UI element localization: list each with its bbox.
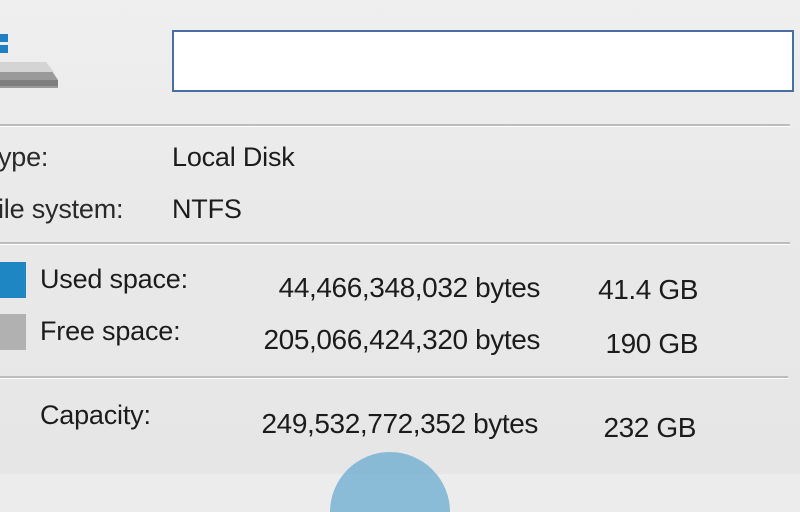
usage-pie-chart bbox=[330, 452, 450, 512]
separator bbox=[0, 376, 788, 379]
used-space-swatch bbox=[0, 262, 26, 298]
type-label: ype: bbox=[0, 142, 49, 172]
used-space-size: 41.4 GB bbox=[598, 274, 698, 305]
disk-properties-window: ype: Local Disk ile system: NTFS Used sp… bbox=[0, 0, 800, 512]
drive-label-input[interactable] bbox=[172, 30, 794, 92]
capacity-size: 232 GB bbox=[603, 412, 696, 443]
free-space-label: Free space: bbox=[40, 316, 181, 346]
free-space-size: 190 GB bbox=[605, 328, 698, 359]
used-space-bytes: 44,466,348,032 bytes bbox=[278, 272, 541, 303]
drive-icon bbox=[0, 28, 68, 90]
capacity-bytes: 249,532,772,352 bytes bbox=[261, 408, 538, 439]
free-space-bytes: 205,066,424,320 bytes bbox=[263, 324, 540, 355]
separator bbox=[0, 242, 790, 245]
filesystem-value: NTFS bbox=[172, 194, 242, 224]
used-space-label: Used space: bbox=[40, 264, 188, 294]
separator bbox=[0, 124, 790, 127]
filesystem-label: ile system: bbox=[0, 194, 124, 224]
free-space-swatch bbox=[0, 314, 26, 350]
capacity-label: Capacity: bbox=[40, 400, 151, 430]
type-value: Local Disk bbox=[172, 142, 295, 172]
